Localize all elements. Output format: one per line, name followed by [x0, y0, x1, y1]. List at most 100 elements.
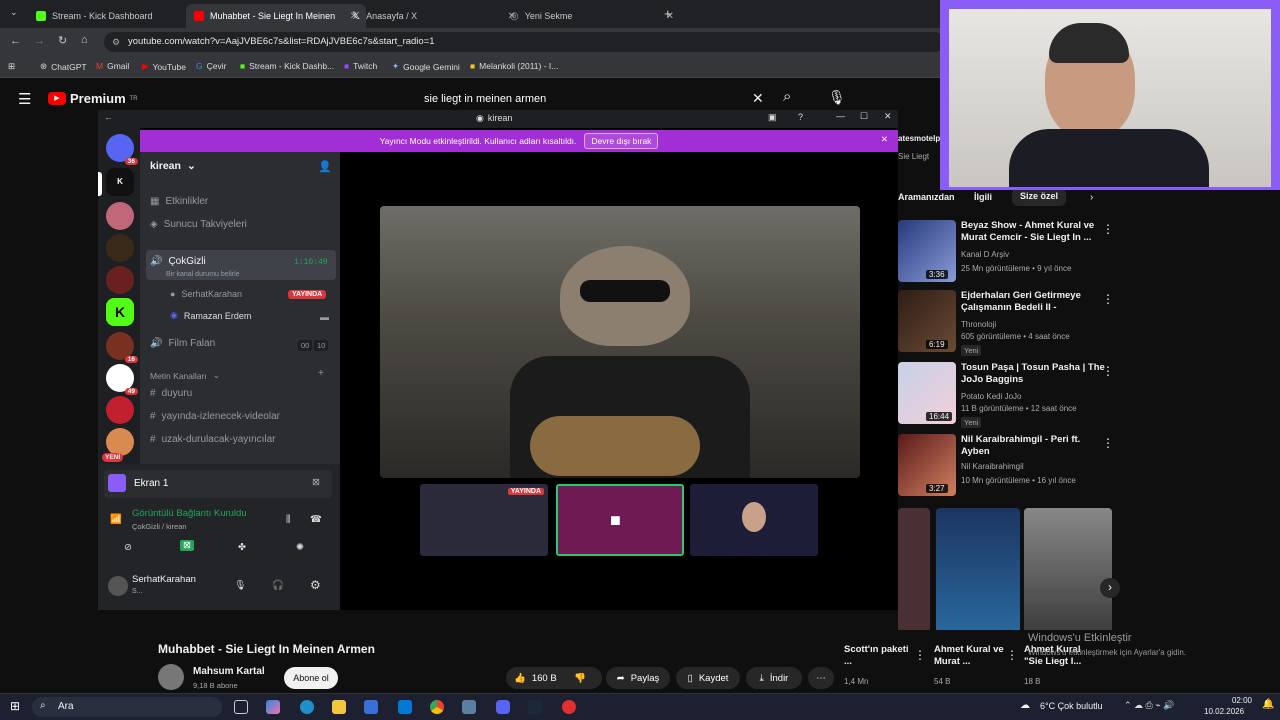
server-name-header[interactable]: kirean ⌄ — [150, 160, 196, 172]
channel-cokgizli[interactable]: 🔊 ÇokGizli — [150, 256, 206, 267]
chip-from-search[interactable]: Aramanızdan — [898, 192, 955, 202]
site-info-icon[interactable]: ⚙ — [112, 32, 120, 52]
settings-gear-icon[interactable]: ⚙ — [310, 578, 321, 592]
bookmark-gemini[interactable]: ✦ Google Gemini — [392, 61, 460, 72]
short-title[interactable]: Scott'ın paketi ... — [844, 644, 914, 668]
more-options-icon[interactable]: ⋮ — [1102, 222, 1114, 236]
channel-activities[interactable]: ▦ Etkinlikler — [150, 196, 208, 207]
bookmark-melankoli[interactable]: ■ Melankoli (2011) - I... — [470, 61, 558, 71]
server-icon[interactable] — [106, 202, 134, 230]
add-channel-icon[interactable]: + — [318, 368, 324, 379]
reload-icon[interactable]: ↻ — [58, 34, 67, 47]
short-thumbnail[interactable] — [1024, 508, 1112, 638]
channel-avatar[interactable] — [158, 664, 184, 690]
copilot-icon[interactable] — [266, 700, 280, 714]
bookmark-chatgpt[interactable]: ⊛ ChatGPT — [40, 61, 87, 72]
store-icon[interactable] — [364, 700, 378, 714]
taskbar-search[interactable]: ⌕ Ara — [32, 697, 222, 717]
voice-member-ramazan[interactable]: ◉ Ramazan Erdem — [170, 310, 251, 321]
app-icon[interactable] — [462, 700, 476, 714]
new-tab-icon[interactable]: + — [664, 6, 672, 21]
notification-bell-icon[interactable]: 🔔 — [1262, 699, 1274, 710]
more-options-icon[interactable]: ⋮ — [1102, 364, 1114, 378]
noise-suppression-icon[interactable]: ⫼ — [286, 514, 290, 525]
more-options-icon[interactable]: ⋮ — [1102, 436, 1114, 450]
voice-member-serhat[interactable]: ● SerhatKarahan — [170, 289, 242, 299]
camera-off-icon[interactable]: ⊘ — [124, 542, 132, 553]
obs-icon[interactable] — [562, 700, 576, 714]
participant-tile[interactable] — [690, 484, 818, 556]
minimize-icon[interactable]: — — [836, 111, 845, 121]
bookmark-twitch[interactable]: ■ Twitch — [344, 61, 377, 71]
clock-date[interactable]: 10.02.2026 — [1204, 707, 1244, 716]
recommendation-item[interactable]: 3:36 Beyaz Show - Ahmet Kural ve Murat C… — [898, 220, 1158, 286]
disable-streamer-mode-button[interactable]: Devre dışı bırak — [584, 133, 659, 149]
search-icon[interactable]: ⌕ — [783, 88, 791, 105]
like-count[interactable]: 160 B — [532, 673, 557, 684]
kick-server-icon[interactable]: K — [106, 298, 134, 326]
bookmark-kick[interactable]: ■ Stream - Kick Dashb... — [240, 61, 334, 71]
category-text-channels[interactable]: Metin Kanalları ⌄ — [150, 370, 220, 381]
subscribe-button[interactable]: Abone ol — [284, 667, 338, 689]
close-icon[interactable]: ✕ — [884, 111, 892, 122]
screen-share-tile[interactable]: Ekran 1 ⊠ — [104, 470, 332, 498]
more-options-icon[interactable]: ⋮ — [914, 648, 926, 662]
close-banner-icon[interactable]: ✕ — [881, 134, 888, 145]
tab-new[interactable]: ◎ Yeni Sekme ✕ — [502, 4, 682, 28]
file-explorer-icon[interactable] — [332, 700, 346, 714]
headphones-icon[interactable]: 🎧 — [272, 580, 284, 591]
channel-yayincilar[interactable]: # uzak-durulacak-yayıncılar — [150, 434, 276, 445]
channel-duyuru[interactable]: # duyuru — [150, 388, 192, 399]
screen-share-icon[interactable]: ⊠ — [180, 540, 194, 551]
tab-kick-dashboard[interactable]: Stream - Kick Dashboard ✕ — [28, 4, 208, 28]
server-icon[interactable]: 49 — [106, 364, 138, 395]
discord-icon[interactable] — [496, 700, 510, 714]
tab-youtube[interactable]: Muhabbet - Sie Liegt In Meinen ✕ — [186, 4, 366, 28]
channel-status[interactable]: Bir kanal durumu belirle — [166, 271, 240, 278]
partial-recommendation-title[interactable]: atesmotelpr — [898, 134, 943, 143]
more-options-icon[interactable]: ⋮ — [1102, 292, 1114, 306]
save-button[interactable]: ▯ Kaydet — [676, 667, 740, 689]
chevron-right-icon[interactable]: › — [1090, 192, 1093, 203]
edge-icon[interactable] — [300, 700, 314, 714]
task-view-icon[interactable] — [234, 700, 248, 714]
recommendation-item[interactable]: 3:27 Nil Karaibrahimgil - Peri ft. Ayben… — [898, 434, 1158, 500]
bookmark-youtube[interactable]: ▶ YouTube — [142, 61, 186, 72]
server-icon[interactable]: YENİ — [102, 428, 134, 462]
clock-time[interactable]: 02:00 — [1212, 696, 1252, 705]
invite-icon[interactable]: 👤 — [318, 160, 332, 173]
microphone-icon[interactable]: 🎙 — [828, 89, 846, 106]
server-icon[interactable] — [106, 266, 134, 294]
dislike-icon[interactable]: 👎 — [574, 673, 586, 684]
microphone-icon[interactable]: 🎙 — [234, 580, 246, 591]
channel-boosts[interactable]: ◈ Sunucu Takviyeleri — [150, 219, 247, 230]
username[interactable]: SerhatKarahan — [132, 574, 196, 585]
short-thumbnail[interactable] — [936, 508, 1020, 638]
more-actions-button[interactable]: ⋯ — [808, 667, 834, 689]
disconnect-icon[interactable]: ☎ — [310, 514, 322, 525]
like-icon[interactable]: 👍 — [514, 673, 526, 684]
download-button[interactable]: ⤓ İndir — [746, 667, 802, 689]
home-icon[interactable]: ⌂ — [81, 34, 88, 46]
windows-start-icon[interactable]: ⊞ — [10, 699, 20, 713]
back-icon[interactable]: ← — [104, 112, 113, 122]
stream-thumbnail-tile[interactable]: YAYINDA — [420, 484, 548, 556]
recommendation-item[interactable]: 6:19 Ejderhaları Geri Getirmeye Çalışman… — [898, 290, 1158, 356]
url-field[interactable]: ⚙ youtube.com/watch?v=AajJVBE6c7s&list=R… — [104, 32, 944, 52]
maximize-icon[interactable]: ☐ — [860, 111, 868, 122]
channel-name[interactable]: Mahsum Kartal — [193, 666, 265, 677]
menu-icon[interactable]: ☰ — [18, 90, 31, 108]
youtube-logo[interactable]: ▶ Premium TR — [48, 91, 138, 106]
apps-icon[interactable]: ⊞ — [8, 61, 15, 72]
short-thumbnail[interactable] — [898, 508, 930, 638]
bookmark-gmail[interactable]: M Gmail — [96, 61, 129, 71]
weather-text[interactable]: 6°C Çok bulutlu — [1040, 701, 1103, 711]
stop-share-icon[interactable]: ⊠ — [312, 477, 320, 488]
server-mega-bonk-icon[interactable] — [106, 396, 134, 424]
server-kirean-icon[interactable]: K — [106, 168, 134, 196]
inbox-icon[interactable]: ▣ — [768, 112, 777, 123]
carousel-next-icon[interactable]: › — [1100, 578, 1120, 598]
chip-for-you[interactable]: Size özel — [1012, 188, 1067, 206]
help-icon[interactable]: ? — [798, 112, 803, 122]
channel-videolar[interactable]: # yayında-izlenecek-videolar — [150, 411, 280, 422]
